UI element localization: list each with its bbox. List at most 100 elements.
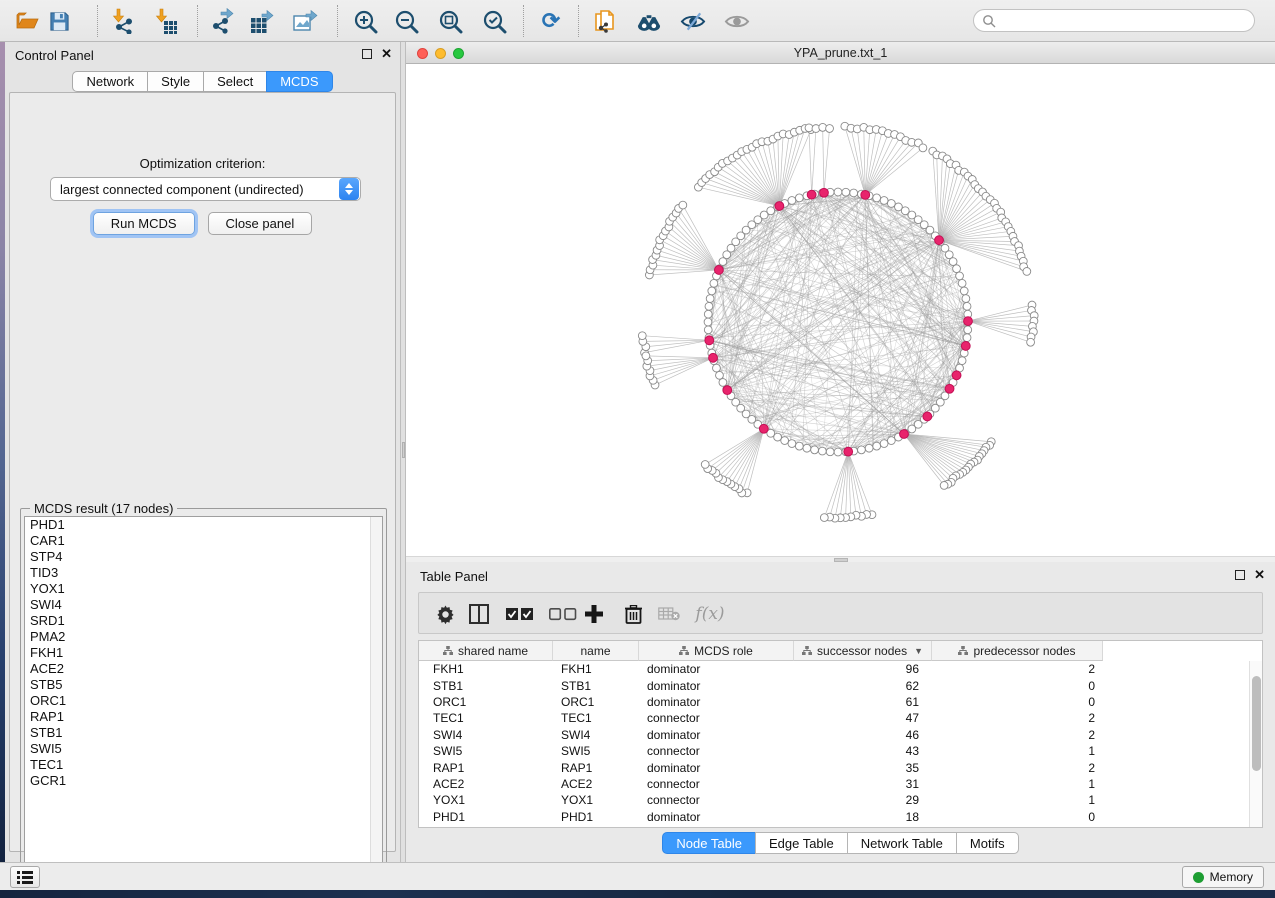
- table-row[interactable]: YOX1YOX1connector291: [419, 792, 1249, 808]
- control-panel-title: Control Panel: [15, 48, 94, 63]
- cell-name: FKH1: [553, 662, 639, 676]
- column-type-icon: [958, 646, 968, 655]
- mcds-tab-content: Optimization criterion: largest connecte…: [9, 92, 396, 852]
- network-window-titlebar[interactable]: YPA_prune.txt_1: [406, 42, 1275, 64]
- cell-name: SWI4: [553, 728, 639, 742]
- mcds-result-item[interactable]: ORC1: [25, 693, 382, 709]
- show-column-panel-icon[interactable]: [467, 602, 491, 626]
- mcds-result-item[interactable]: PHD1: [25, 517, 382, 533]
- mcds-result-item[interactable]: TEC1: [25, 757, 382, 773]
- splitter-grip[interactable]: [402, 442, 405, 458]
- mcds-result-item[interactable]: SWI5: [25, 741, 382, 757]
- memory-status-icon: [1193, 872, 1204, 883]
- mcds-result-item[interactable]: FKH1: [25, 645, 382, 661]
- memory-button[interactable]: Memory: [1182, 866, 1264, 888]
- criterion-dropdown[interactable]: largest connected component (undirected): [50, 177, 361, 201]
- hide-selected-eye-icon[interactable]: [680, 8, 706, 34]
- delete-column-trash-icon[interactable]: [621, 602, 645, 626]
- cell-predecessor_nodes: 0: [932, 695, 1103, 709]
- search-input[interactable]: [996, 14, 1246, 28]
- add-column-icon[interactable]: [582, 602, 606, 626]
- run-mcds-button[interactable]: Run MCDS: [93, 212, 195, 235]
- mcds-result-item[interactable]: STB5: [25, 677, 382, 693]
- deselect-all-icon[interactable]: [547, 602, 579, 626]
- tab-edge-table[interactable]: Edge Table: [755, 832, 848, 854]
- select-all-icon[interactable]: [504, 602, 536, 626]
- table-row[interactable]: PHD1PHD1dominator180: [419, 809, 1249, 825]
- mcds-result-item[interactable]: YOX1: [25, 581, 382, 597]
- mcds-result-item[interactable]: ACE2: [25, 661, 382, 677]
- tab-mcds[interactable]: MCDS: [266, 71, 332, 92]
- mcds-result-title: MCDS result (17 nodes): [30, 501, 177, 516]
- first-neighbors-icon[interactable]: [636, 8, 662, 34]
- table-row[interactable]: STB1STB1dominator620: [419, 677, 1249, 693]
- mcds-result-item[interactable]: CAR1: [25, 533, 382, 549]
- mcds-result-item[interactable]: STB1: [25, 725, 382, 741]
- cell-successor_nodes: 18: [794, 810, 932, 824]
- float-panel-icon[interactable]: [1235, 570, 1245, 580]
- mcds-result-item[interactable]: PMA2: [25, 629, 382, 645]
- import-table-icon[interactable]: [153, 8, 179, 34]
- mcds-result-item[interactable]: STP4: [25, 549, 382, 565]
- show-panel-list-button[interactable]: [10, 866, 40, 888]
- table-row[interactable]: ORC1ORC1dominator610: [419, 694, 1249, 710]
- tab-select[interactable]: Select: [203, 71, 267, 92]
- tab-style[interactable]: Style: [147, 71, 204, 92]
- cell-name: ORC1: [553, 695, 639, 709]
- column-header-name[interactable]: name: [553, 641, 639, 661]
- export-network-icon[interactable]: [210, 8, 236, 34]
- cell-mcds_role: dominator: [639, 728, 794, 742]
- cell-shared_name: ACE2: [419, 777, 553, 791]
- table-row[interactable]: SWI4SWI4dominator462: [419, 727, 1249, 743]
- open-file-icon[interactable]: [14, 8, 40, 34]
- zoom-out-icon[interactable]: [393, 8, 419, 34]
- zoom-selected-icon[interactable]: [481, 8, 507, 34]
- column-header-predecessor_nodes[interactable]: predecessor nodes: [932, 641, 1103, 661]
- mcds-result-list[interactable]: PHD1CAR1STP4TID3YOX1SWI4SRD1PMA2FKH1ACE2…: [24, 516, 383, 876]
- show-all-eye-icon[interactable]: [724, 8, 750, 34]
- clone-network-icon[interactable]: [592, 8, 618, 34]
- import-network-icon[interactable]: [110, 8, 136, 34]
- mcds-result-item[interactable]: GCR1: [25, 773, 382, 789]
- column-header-mcds_role[interactable]: MCDS role: [639, 641, 794, 661]
- network-search-field[interactable]: [973, 9, 1255, 32]
- tab-network-table[interactable]: Network Table: [847, 832, 957, 854]
- mcds-result-item[interactable]: TID3: [25, 565, 382, 581]
- cell-shared_name: YOX1: [419, 793, 553, 807]
- table-settings-gear-icon[interactable]: [433, 602, 457, 626]
- mcds-result-item[interactable]: RAP1: [25, 709, 382, 725]
- mcds-result-item[interactable]: SRD1: [25, 613, 382, 629]
- float-panel-icon[interactable]: [362, 49, 372, 59]
- scrollbar-thumb[interactable]: [1252, 676, 1261, 771]
- table-scrollbar[interactable]: [1249, 661, 1262, 827]
- cell-predecessor_nodes: 2: [932, 711, 1103, 725]
- table-row[interactable]: TEC1TEC1connector472: [419, 710, 1249, 726]
- table-row[interactable]: SWI5SWI5connector431: [419, 743, 1249, 759]
- column-header-shared_name[interactable]: shared name: [419, 641, 553, 661]
- mcds-result-item[interactable]: SWI4: [25, 597, 382, 613]
- tab-node-table[interactable]: Node Table: [662, 832, 756, 854]
- cell-shared_name: RAP1: [419, 761, 553, 775]
- network-canvas[interactable]: [406, 64, 1275, 556]
- toolbar-separator: [197, 5, 198, 37]
- cell-successor_nodes: 46: [794, 728, 932, 742]
- column-header-successor_nodes[interactable]: successor nodes▼: [794, 641, 932, 661]
- table-row[interactable]: RAP1RAP1dominator352: [419, 759, 1249, 775]
- table-row[interactable]: ACE2ACE2connector311: [419, 776, 1249, 792]
- close-panel-icon[interactable]: ✕: [1254, 570, 1265, 580]
- close-panel-icon[interactable]: ✕: [381, 49, 392, 59]
- save-icon[interactable]: [46, 8, 72, 34]
- cell-predecessor_nodes: 2: [932, 761, 1103, 775]
- tab-motifs[interactable]: Motifs: [956, 832, 1019, 854]
- tab-network[interactable]: Network: [72, 71, 148, 92]
- mcds-list-scrollbar[interactable]: [370, 517, 382, 875]
- cell-shared_name: STB1: [419, 679, 553, 693]
- export-image-icon[interactable]: [292, 8, 318, 34]
- control-panel: Control Panel ✕ NetworkStyleSelectMCDS O…: [5, 42, 400, 862]
- zoom-in-icon[interactable]: [352, 8, 378, 34]
- close-panel-button[interactable]: Close panel: [208, 212, 313, 235]
- refresh-icon[interactable]: ⟳: [538, 8, 564, 34]
- table-row[interactable]: FKH1FKH1dominator962: [419, 661, 1249, 677]
- zoom-fit-icon[interactable]: [437, 8, 463, 34]
- export-table-icon[interactable]: [249, 8, 275, 34]
